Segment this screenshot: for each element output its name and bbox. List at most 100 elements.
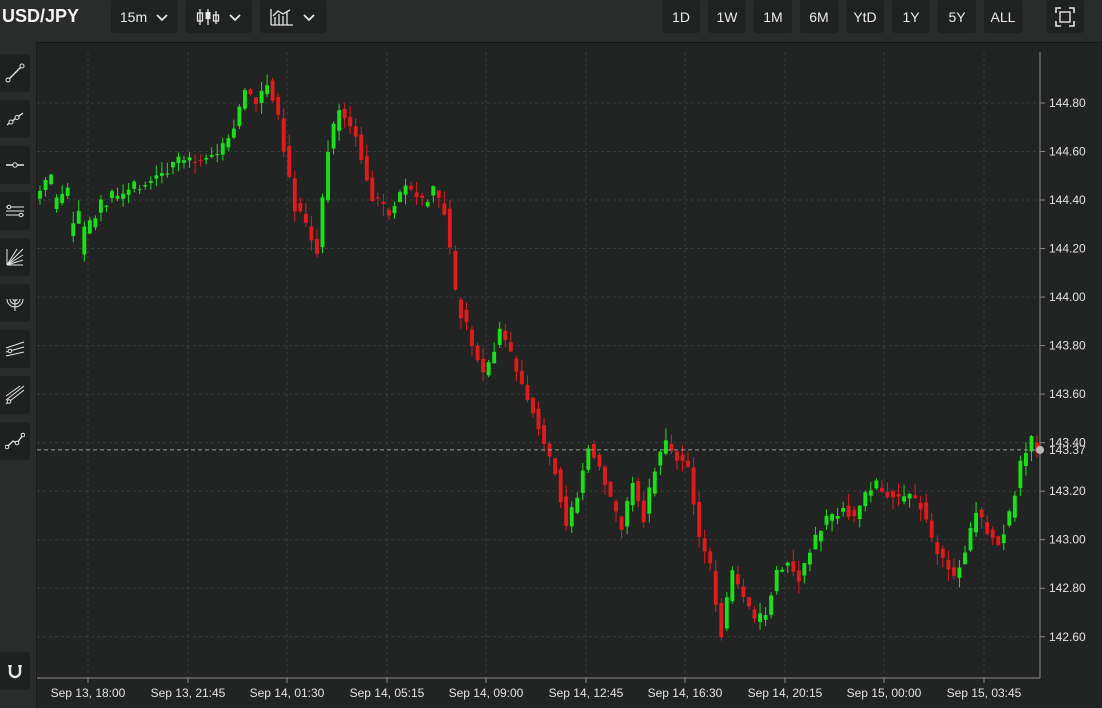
- candle-up: [259, 90, 264, 103]
- price-chart[interactable]: 144.80 144.60 144.40 144.20 144.00 143.80 143.…: [0, 0, 1102, 708]
- candle-up: [137, 189, 142, 191]
- x-tick-label: Sep 13, 21:45: [151, 686, 226, 700]
- candle-down: [409, 185, 414, 190]
- candle-up: [486, 362, 491, 376]
- candle-up: [82, 226, 87, 255]
- candle-up: [819, 530, 823, 542]
- candle-up: [110, 191, 114, 199]
- candle-down: [353, 126, 358, 137]
- horizontal-line-tool[interactable]: [0, 146, 30, 184]
- candle-down: [270, 80, 275, 101]
- candle-up: [43, 179, 48, 191]
- candle-up: [126, 189, 131, 195]
- candle-up: [492, 351, 497, 364]
- x-tick-label: Sep 14, 05:15: [350, 686, 425, 700]
- candle-up: [93, 218, 98, 228]
- candle-down: [370, 177, 375, 201]
- candle-down: [702, 538, 707, 552]
- candle-up: [907, 493, 912, 499]
- candle-down: [996, 536, 1001, 545]
- candle-down: [846, 505, 851, 517]
- candle-down: [198, 160, 203, 162]
- candle-down: [891, 491, 895, 498]
- candle-up: [1023, 452, 1028, 467]
- candle-up: [326, 151, 330, 201]
- candle-up: [220, 143, 225, 155]
- candle-down: [464, 309, 469, 323]
- parallel-lines-icon: [5, 385, 25, 405]
- candle-down: [553, 458, 558, 475]
- candle-up: [143, 184, 148, 187]
- y-tick-label: 144.80: [1049, 96, 1086, 110]
- candle-up: [1029, 436, 1034, 452]
- candle-down: [481, 358, 486, 373]
- candle-down: [248, 89, 253, 95]
- candle-down: [879, 487, 884, 492]
- y-tick-label: 143.60: [1049, 387, 1086, 401]
- fan-icon: [6, 248, 24, 266]
- candle-down: [752, 609, 757, 619]
- candle-down: [420, 195, 425, 198]
- candle-up: [237, 106, 242, 127]
- candle-down: [691, 467, 696, 505]
- candle-up: [625, 501, 630, 527]
- candle-down: [697, 501, 702, 537]
- candle-up: [320, 197, 325, 248]
- candle-down: [387, 209, 391, 216]
- candle-up: [49, 174, 54, 185]
- y-tick-label: 144.40: [1049, 193, 1086, 207]
- candle-up: [813, 534, 818, 550]
- candle-down: [254, 97, 258, 105]
- pitchfork-tool[interactable]: [0, 330, 30, 368]
- candle-up: [38, 190, 42, 199]
- candle-down: [309, 226, 314, 241]
- candle-up: [165, 173, 170, 175]
- candle-down: [292, 178, 297, 212]
- y-tick-label: 144.60: [1049, 144, 1086, 158]
- candle-up: [1018, 460, 1023, 489]
- candle-down: [636, 481, 641, 502]
- candle-up: [835, 515, 840, 519]
- candle-down: [442, 203, 447, 215]
- candle-down: [531, 397, 535, 414]
- magnet-tool[interactable]: [0, 652, 30, 690]
- ray-line-tool[interactable]: [0, 100, 30, 138]
- candle-down: [359, 134, 364, 161]
- candle-down: [603, 466, 607, 485]
- candle-down: [348, 117, 353, 127]
- channel-tool[interactable]: [0, 192, 30, 230]
- candle-up: [658, 451, 663, 466]
- candle-up: [121, 193, 126, 199]
- candle-up: [874, 480, 879, 489]
- trend-line-tool[interactable]: [0, 54, 30, 92]
- candle-up: [569, 507, 574, 527]
- candle-down: [470, 329, 474, 347]
- candle-down: [713, 571, 718, 605]
- path-tool[interactable]: [0, 422, 30, 460]
- parallel-lines-tool[interactable]: [0, 376, 30, 414]
- candle-up: [963, 552, 967, 565]
- candle-down: [597, 454, 602, 467]
- candle-up: [265, 85, 270, 95]
- candle-up: [398, 192, 402, 203]
- candle-down: [608, 481, 613, 497]
- candle-down: [741, 586, 746, 597]
- candle-down: [375, 197, 380, 199]
- candle-up: [170, 161, 175, 168]
- fan-tool[interactable]: [0, 238, 30, 276]
- candle-up: [403, 185, 408, 195]
- candle-down: [414, 192, 419, 198]
- plot-area: [37, 52, 1040, 678]
- candle-down: [276, 96, 281, 115]
- candle-down: [946, 559, 951, 570]
- candle-down: [536, 408, 541, 430]
- arc-tool[interactable]: [0, 284, 30, 322]
- candle-up: [148, 180, 153, 183]
- candle-down: [287, 145, 292, 177]
- candle-down: [940, 548, 945, 558]
- candle-up: [60, 193, 65, 204]
- candle-down: [990, 529, 995, 538]
- channel-icon: [6, 204, 24, 218]
- y-tick-label: 143.00: [1049, 533, 1086, 547]
- candle-down: [453, 250, 458, 290]
